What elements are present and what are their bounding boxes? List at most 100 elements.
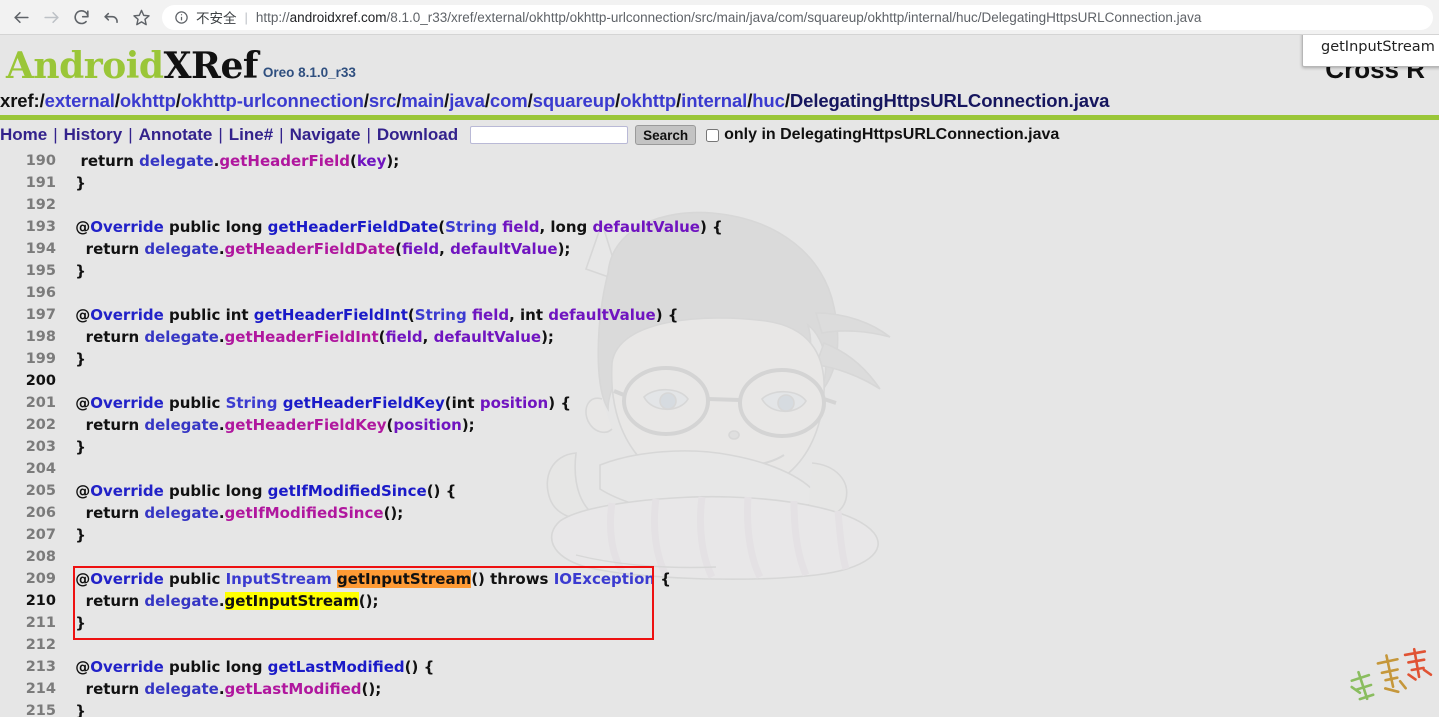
line-number[interactable]: 204 — [0, 458, 64, 480]
back-arrow-icon[interactable] — [6, 2, 36, 32]
code-token[interactable]: getHeaderFieldInt — [225, 328, 379, 346]
code-token[interactable]: getIfModifiedSince — [225, 504, 384, 522]
line-number[interactable]: 205 — [0, 480, 64, 502]
file-toolbar: Home | History | Annotate | Line# | Navigate | Dow… — [0, 120, 1439, 149]
toolbar-link-download[interactable]: Download — [377, 125, 458, 144]
line-number[interactable]: 193 — [0, 216, 64, 238]
line-number[interactable]: 212 — [0, 634, 64, 656]
line-number[interactable]: 209 — [0, 568, 64, 590]
code-token: field — [402, 240, 440, 258]
toolbar-separator: | — [53, 125, 58, 144]
code-token: @ — [70, 570, 91, 588]
code-token[interactable]: getHeaderField — [219, 152, 350, 170]
highlighted-symbol[interactable]: getInputStream — [336, 570, 472, 588]
code-token[interactable]: getHeaderFieldDate — [225, 240, 396, 258]
code-line: 196 — [0, 282, 1439, 304]
code-token: public — [163, 394, 226, 412]
line-number[interactable]: 203 — [0, 436, 64, 458]
code-token: ); — [461, 416, 475, 434]
code-token[interactable]: String — [226, 394, 278, 412]
code-line-text: @Override public InputStream getInputStr… — [64, 568, 1439, 590]
code-token: () throws — [471, 570, 554, 588]
search-button[interactable]: Search — [635, 125, 697, 145]
breadcrumb-link-java[interactable]: java — [449, 90, 485, 111]
line-number[interactable]: 197 — [0, 304, 64, 326]
code-token[interactable]: getLastModified — [268, 658, 405, 676]
breadcrumb-bar: xref:/external/okhttp/okhttp-urlconnecti… — [0, 88, 1439, 120]
line-number[interactable]: 210 — [0, 590, 64, 612]
code-line: 214 return delegate.getLastModified(); — [0, 678, 1439, 700]
breadcrumb-link-okhttp[interactable]: okhttp — [120, 90, 176, 111]
code-token: Override — [90, 482, 164, 500]
breadcrumb-link-squareup[interactable]: squareup — [533, 90, 616, 111]
code-token: delegate — [144, 592, 219, 610]
line-number[interactable]: 190 — [0, 150, 64, 172]
code-token[interactable]: String — [445, 218, 497, 236]
breadcrumb-link-src[interactable]: src — [369, 90, 397, 111]
line-number[interactable]: 196 — [0, 282, 64, 304]
code-line: 210 return delegate.getInputStream(); — [0, 590, 1439, 612]
code-token: return — [70, 328, 145, 346]
line-number[interactable]: 206 — [0, 502, 64, 524]
reload-icon[interactable] — [66, 2, 96, 32]
forward-arrow-icon[interactable] — [36, 2, 66, 32]
line-number[interactable]: 191 — [0, 172, 64, 194]
line-number[interactable]: 200 — [0, 370, 64, 392]
line-number[interactable]: 215 — [0, 700, 64, 717]
line-number[interactable]: 192 — [0, 194, 64, 216]
line-number[interactable]: 214 — [0, 678, 64, 700]
logo-android-text: Android — [6, 45, 164, 87]
search-input[interactable] — [470, 126, 629, 144]
code-token: position — [393, 416, 462, 434]
code-token: @ — [70, 658, 91, 676]
code-token[interactable]: getHeaderFieldKey — [283, 394, 445, 412]
toolbar-link-home[interactable]: Home — [0, 125, 47, 144]
line-number[interactable]: 201 — [0, 392, 64, 414]
code-token[interactable]: getHeaderFieldInt — [254, 306, 408, 324]
line-number[interactable]: 207 — [0, 524, 64, 546]
url-path: /8.1.0_r33/xref/external/okhttp/okhttp-u… — [386, 9, 1202, 25]
source-code-listing: 190 return delegate.getHeaderField(key);… — [0, 149, 1439, 717]
code-token: public long — [163, 658, 268, 676]
code-line: 199 } — [0, 348, 1439, 370]
breadcrumb-link-okhttp-urlconnection[interactable]: okhttp-urlconnection — [181, 90, 364, 111]
code-token: ( — [350, 152, 357, 170]
breadcrumb-link-main[interactable]: main — [401, 90, 444, 111]
code-token[interactable]: getHeaderFieldKey — [225, 416, 387, 434]
highlighted-symbol[interactable]: getInputStream — [224, 592, 359, 610]
toolbar-link-navigate[interactable]: Navigate — [290, 125, 361, 144]
code-line: 206 return delegate.getIfModifiedSince()… — [0, 502, 1439, 524]
androidxref-logo[interactable]: Android XRef Oreo 8.1.0_r33 — [6, 48, 356, 88]
code-token: } — [70, 526, 86, 544]
line-number[interactable]: 194 — [0, 238, 64, 260]
line-number[interactable]: 202 — [0, 414, 64, 436]
only-in-file-checkbox[interactable] — [706, 128, 720, 142]
line-number[interactable]: 195 — [0, 260, 64, 282]
toolbar-link-annotate[interactable]: Annotate — [139, 125, 213, 144]
code-token[interactable]: IOException — [554, 570, 655, 588]
line-number[interactable]: 211 — [0, 612, 64, 634]
code-token[interactable]: getLastModified — [225, 680, 362, 698]
line-number[interactable]: 199 — [0, 348, 64, 370]
breadcrumb-link-okhttp[interactable]: okhttp — [620, 90, 676, 111]
undo-arrow-icon[interactable] — [96, 2, 126, 32]
code-token[interactable]: String — [415, 306, 467, 324]
line-number[interactable]: 208 — [0, 546, 64, 568]
line-number[interactable]: 213 — [0, 656, 64, 678]
code-token: return — [70, 680, 145, 698]
info-circle-icon[interactable] — [174, 10, 189, 25]
breadcrumb-link-huc[interactable]: huc — [752, 90, 785, 111]
toolbar-link-history[interactable]: History — [64, 125, 123, 144]
code-token: . — [218, 592, 225, 610]
code-token[interactable]: getIfModifiedSince — [268, 482, 427, 500]
code-token: ) { — [548, 394, 572, 412]
breadcrumb-link-com[interactable]: com — [490, 90, 528, 111]
code-token[interactable]: InputStream — [226, 570, 332, 588]
toolbar-link-line[interactable]: Line# — [229, 125, 273, 144]
code-token[interactable]: getHeaderFieldDate — [268, 218, 439, 236]
line-number[interactable]: 198 — [0, 326, 64, 348]
address-bar[interactable]: 不安全 | http://androidxref.com/8.1.0_r33/x… — [162, 4, 1433, 30]
star-icon[interactable] — [126, 2, 156, 32]
breadcrumb-link-internal[interactable]: internal — [681, 90, 747, 111]
breadcrumb-link-external[interactable]: external — [45, 90, 115, 111]
